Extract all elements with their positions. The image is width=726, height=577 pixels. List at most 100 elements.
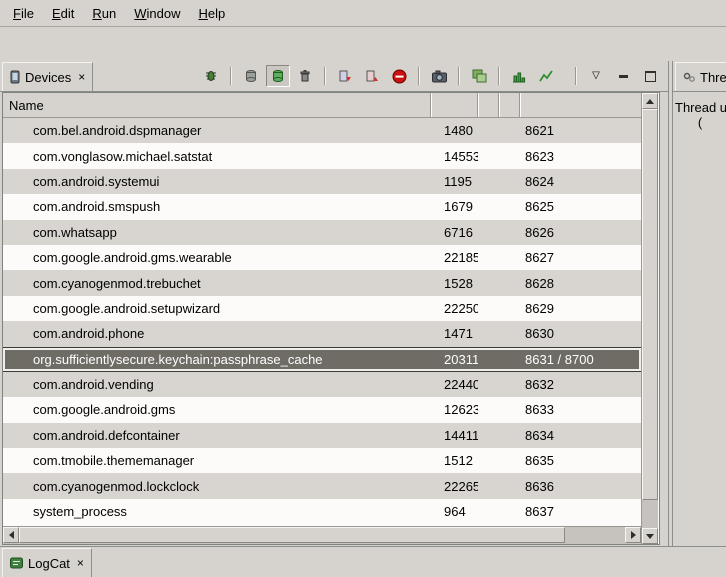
- process-name: com.cyanogenmod.lockclock: [3, 479, 431, 494]
- process-pid: 20311: [431, 352, 478, 367]
- close-icon[interactable]: ×: [76, 71, 85, 83]
- debug-process-icon[interactable]: [199, 65, 223, 87]
- main-toolbar: [0, 27, 726, 61]
- threads-message: Thread up (: [673, 92, 726, 130]
- scroll-left-button[interactable]: [3, 527, 19, 543]
- threads-down-glyph: [338, 69, 352, 83]
- column-header-port[interactable]: [520, 93, 641, 117]
- maximize-icon[interactable]: [638, 65, 662, 87]
- table-row[interactable]: com.android.smspush 1679 8625: [3, 194, 641, 219]
- camera-glyph: [432, 70, 447, 83]
- menu-bar: File Edit Run Window Help: [0, 0, 726, 27]
- heap-green-glyph: [271, 69, 285, 83]
- update-heap-icon[interactable]: [239, 65, 263, 87]
- close-icon[interactable]: ×: [75, 557, 84, 569]
- menu-window[interactable]: Window: [125, 3, 189, 24]
- process-table: Name com.bel.android.dspmanager 1480 862…: [2, 92, 660, 545]
- bug-glyph: [204, 69, 218, 83]
- horizontal-scroll-thumb[interactable]: [19, 527, 565, 543]
- process-pid: 1528: [431, 276, 478, 291]
- process-port: 8637: [520, 504, 641, 519]
- application-window: File Edit Run Window Help Devices ×: [0, 0, 726, 577]
- frames-glyph: [472, 69, 487, 83]
- threads-panel: Threa Thread up (: [672, 61, 726, 547]
- table-row[interactable]: com.vonglasow.michael.satstat 14553 8623: [3, 143, 641, 168]
- process-name: com.android.defcontainer: [3, 428, 431, 443]
- process-name: com.android.phone: [3, 326, 431, 341]
- toolbar-separator: [418, 67, 420, 85]
- table-row[interactable]: com.google.android.gms 12623 8633: [3, 397, 641, 422]
- view-menu-icon[interactable]: ▽: [584, 65, 608, 87]
- table-row[interactable]: com.tmobile.thememanager 1512 8635: [3, 448, 641, 473]
- column-header-name[interactable]: Name: [3, 93, 431, 117]
- capture-frames-icon[interactable]: [467, 65, 491, 87]
- process-rows: com.bel.android.dspmanager 1480 8621 com…: [3, 118, 641, 526]
- heap-chart-icon[interactable]: [507, 65, 531, 87]
- process-name: com.google.android.setupwizard: [3, 301, 431, 316]
- table-row[interactable]: com.cyanogenmod.lockclock 22265 8636: [3, 473, 641, 498]
- bottom-tab-bar: LogCat ×: [0, 546, 726, 577]
- process-port: 8631 / 8700: [520, 352, 641, 367]
- vertical-scrollbar[interactable]: [641, 93, 658, 544]
- gc-trash-icon[interactable]: [293, 65, 317, 87]
- tab-logcat[interactable]: LogCat ×: [2, 548, 92, 577]
- column-header-4[interactable]: [499, 93, 520, 117]
- process-pid: 22440: [431, 377, 478, 392]
- column-header-3[interactable]: [478, 93, 499, 117]
- table-row[interactable]: com.google.android.setupwizard 22250 862…: [3, 296, 641, 321]
- scroll-right-button[interactable]: [625, 527, 641, 543]
- table-row[interactable]: system_process 964 8637: [3, 499, 641, 524]
- method-profiling-icon[interactable]: [360, 65, 384, 87]
- toolbar-separator: [230, 67, 232, 85]
- arrow-left-icon: [9, 531, 14, 539]
- process-name: com.android.smspush: [3, 199, 431, 214]
- process-table-body-area: Name com.bel.android.dspmanager 1480 862…: [3, 93, 641, 544]
- table-row[interactable]: com.bel.android.dspmanager 1480 8621: [3, 118, 641, 143]
- process-pid: 1195: [431, 174, 478, 189]
- table-row[interactable]: com.android.phone 1471 8630: [3, 321, 641, 346]
- tab-threads-label: Threa: [700, 70, 726, 85]
- table-row[interactable]: com.android.vending 22440 8632: [3, 372, 641, 397]
- minimize-glyph: [619, 75, 628, 78]
- menu-run[interactable]: Run: [83, 3, 125, 24]
- scroll-up-button[interactable]: [642, 93, 658, 109]
- tab-devices-label: Devices: [25, 70, 71, 85]
- process-port: 8623: [520, 149, 641, 164]
- scroll-down-button[interactable]: [642, 528, 658, 544]
- process-pid: 22265: [431, 479, 478, 494]
- table-row[interactable]: org.sufficientlysecure.keychain:passphra…: [3, 347, 641, 372]
- tab-logcat-label: LogCat: [28, 556, 70, 571]
- table-row[interactable]: com.google.android.gms.wearable 22185 86…: [3, 245, 641, 270]
- column-header-pid[interactable]: [431, 93, 478, 117]
- devices-panel: Devices ×: [0, 61, 669, 547]
- table-row[interactable]: com.android.defcontainer 14411 8634: [3, 423, 641, 448]
- vertical-scroll-thumb[interactable]: [642, 109, 658, 500]
- process-pid: 22250: [431, 301, 478, 316]
- process-port: 8633: [520, 402, 641, 417]
- tab-threads[interactable]: Threa: [675, 62, 726, 91]
- screen-capture-icon[interactable]: [427, 65, 451, 87]
- table-row[interactable]: com.cyanogenmod.trebuchet 1528 8628: [3, 270, 641, 295]
- process-pid: 12623: [431, 402, 478, 417]
- process-port: 8624: [520, 174, 641, 189]
- stop-process-icon[interactable]: [387, 65, 411, 87]
- network-graph-icon[interactable]: [534, 65, 558, 87]
- update-threads-icon[interactable]: [333, 65, 357, 87]
- process-name: org.sufficientlysecure.keychain:passphra…: [3, 352, 431, 367]
- table-row[interactable]: com.whatsapp 6716 8626: [3, 220, 641, 245]
- device-icon: [10, 70, 20, 84]
- threads-message-line1: Thread up: [673, 100, 726, 115]
- table-row[interactable]: com.android.systemui 1195 8624: [3, 169, 641, 194]
- minimize-icon[interactable]: [611, 65, 635, 87]
- menu-edit[interactable]: Edit: [43, 3, 83, 24]
- table-header[interactable]: Name: [3, 93, 641, 118]
- threads-message-line2: (: [673, 115, 726, 130]
- arrow-up-icon: [646, 99, 654, 104]
- process-pid: 22185: [431, 250, 478, 265]
- tab-devices[interactable]: Devices ×: [2, 62, 93, 91]
- menu-help[interactable]: Help: [189, 3, 234, 24]
- heap-updates-enabled-icon[interactable]: [266, 65, 290, 87]
- menu-file[interactable]: File: [4, 3, 43, 24]
- process-pid: 964: [431, 504, 478, 519]
- horizontal-scrollbar[interactable]: [3, 526, 641, 544]
